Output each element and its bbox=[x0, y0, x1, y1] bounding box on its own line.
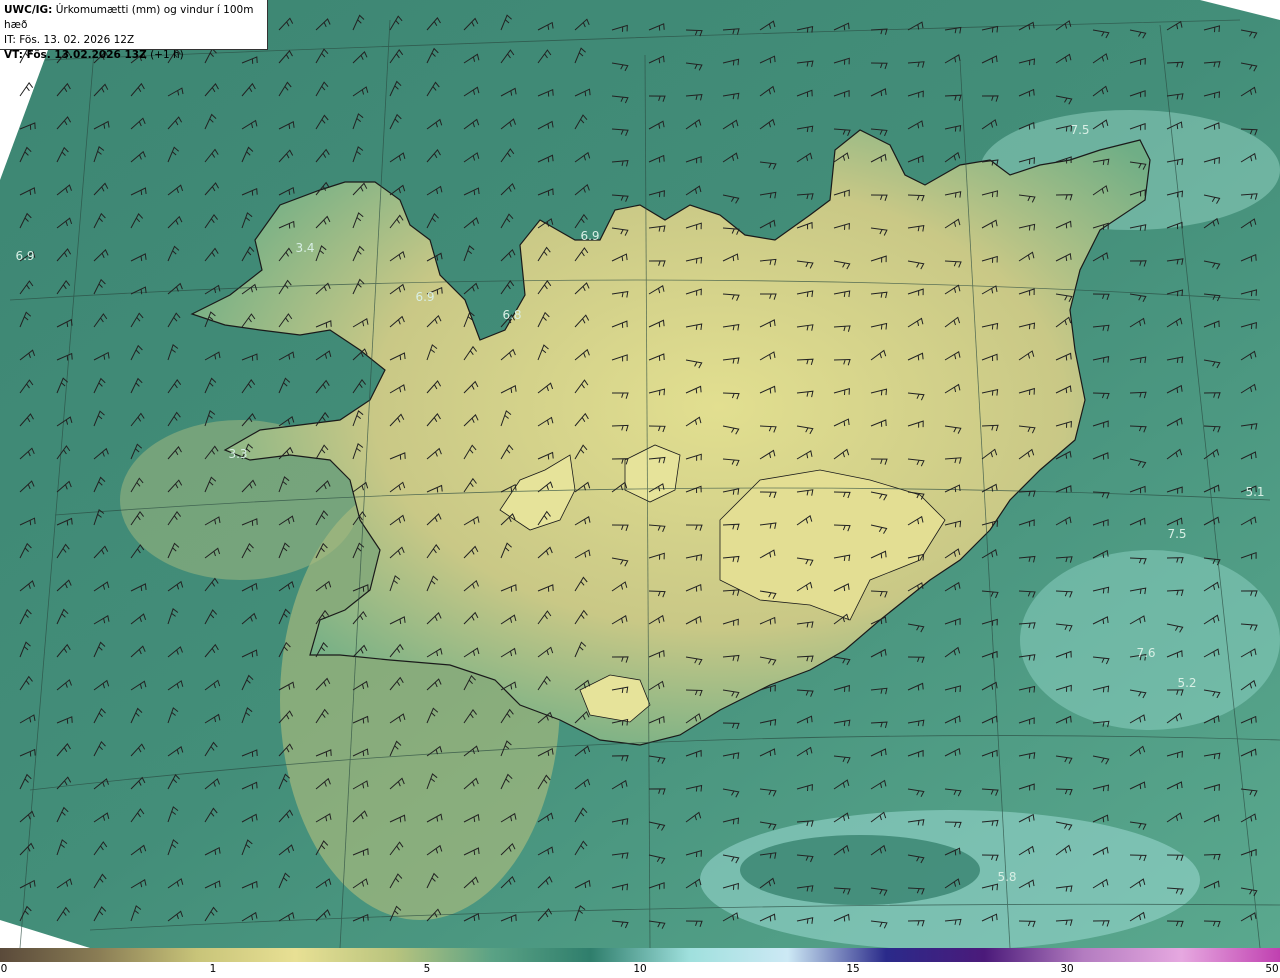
legend-tick-label: 30 bbox=[1060, 963, 1074, 975]
map-value-label: 6.9 bbox=[15, 249, 34, 263]
title-line: UWC/IG: Úrkomumætti (mm) og vindur í 100… bbox=[4, 3, 263, 33]
map-value-label: 3.3 bbox=[228, 447, 247, 461]
valid-time-line: VT: Fös. 13.02.2026 13Z (+1 h) bbox=[4, 48, 263, 63]
map-value-label: 7.5 bbox=[1070, 123, 1089, 137]
map-value-label: 5.1 bbox=[1245, 485, 1264, 499]
map-value-label: 5.2 bbox=[1177, 676, 1196, 690]
map-value-label: 3.4 bbox=[295, 241, 314, 255]
map-title-box: UWC/IG: Úrkomumætti (mm) og vindur í 100… bbox=[0, 0, 268, 61]
init-time: IT: Fös. 13. 02. 2026 12Z bbox=[4, 34, 135, 46]
legend-tick-label: 15 bbox=[846, 963, 860, 975]
title-prefix: UWC/IG: bbox=[4, 4, 53, 16]
weather-map[interactable]: 6.9 3.4 6.9 6.8 6.9 7.5 3.3 5.1 7.5 7.6 5.2 5.8 bbox=[0, 0, 1280, 948]
color-legend: 0 1 5 10 15 30 50 bbox=[0, 948, 1280, 978]
legend-tick-label: 1 bbox=[209, 963, 217, 975]
sea-patch-southeast bbox=[1020, 550, 1280, 730]
map-value-label: 7.6 bbox=[1136, 646, 1155, 660]
map-value-label: 6.9 bbox=[415, 290, 434, 304]
legend-tick-label: 10 bbox=[633, 963, 647, 975]
forecast-offset: (+1 h) bbox=[146, 49, 184, 61]
map-value-label: 7.5 bbox=[1167, 527, 1186, 541]
valid-time: VT: Fös. 13.02.2026 13Z bbox=[4, 49, 147, 61]
map-area[interactable]: 6.9 3.4 6.9 6.8 6.9 7.5 3.3 5.1 7.5 7.6 5.2 5.8 UWC… bbox=[0, 0, 1280, 948]
legend-tick-label: 0 bbox=[0, 963, 8, 975]
legend-color-bar bbox=[0, 948, 1280, 962]
map-value-label: 5.8 bbox=[997, 870, 1016, 884]
sea-dark-south bbox=[740, 835, 980, 905]
map-value-label: 6.9 bbox=[580, 229, 599, 243]
map-value-label: 6.8 bbox=[502, 308, 521, 322]
legend-tick-label: 5 bbox=[423, 963, 431, 975]
legend-tick-label: 50 bbox=[1265, 963, 1279, 975]
